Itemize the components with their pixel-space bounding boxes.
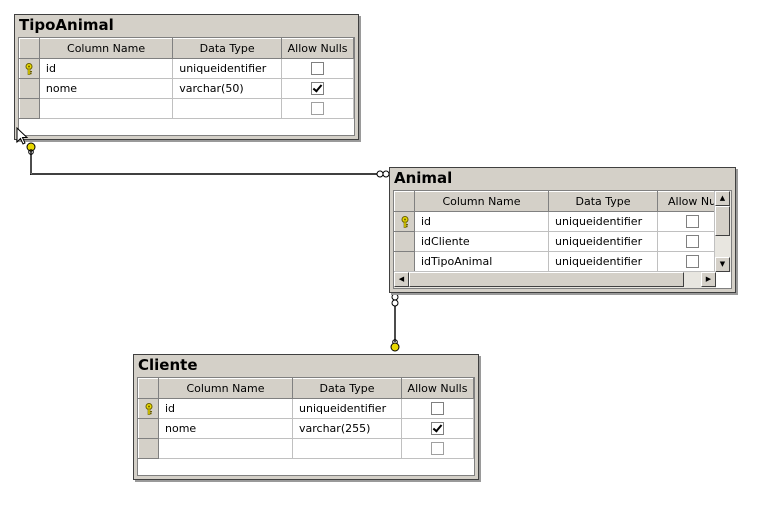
- row-selector[interactable]: [138, 398, 159, 419]
- arrow-left-icon[interactable]: ◀: [394, 272, 409, 287]
- allow-nulls-checkbox[interactable]: [686, 215, 700, 229]
- row-selector-header: [138, 378, 159, 399]
- allow-nulls-checkbox[interactable]: [686, 255, 700, 269]
- header-row: Column Name Data Type Allow Nulls: [138, 378, 474, 399]
- table-row[interactable]: id uniqueidentifier: [394, 211, 729, 232]
- table-title: Animal: [394, 169, 453, 187]
- key-icon: [145, 403, 152, 415]
- horizontal-scrollbar[interactable]: ◀ ▶: [394, 271, 716, 288]
- column-name-cell[interactable]: idCliente: [414, 231, 549, 252]
- allow-nulls-checkbox[interactable]: [686, 235, 700, 249]
- allow-nulls-checkbox[interactable]: [311, 62, 325, 76]
- table-animal[interactable]: Animal Column Name Data Type Allow Nulls…: [389, 167, 736, 293]
- table-row[interactable]: id uniqueidentifier: [19, 58, 354, 79]
- key-icon: [25, 63, 33, 75]
- table-title: Cliente: [138, 356, 198, 374]
- row-selector[interactable]: [138, 438, 159, 459]
- data-type-cell[interactable]: varchar(255): [292, 418, 402, 439]
- data-type-cell[interactable]: [292, 438, 402, 459]
- allow-nulls-checkbox[interactable]: [431, 422, 444, 436]
- table-row[interactable]: [138, 438, 474, 459]
- allow-nulls-header[interactable]: Allow Nulls: [281, 38, 354, 59]
- mouse-cursor-icon: [16, 127, 29, 145]
- data-type-cell[interactable]: uniqueidentifier: [292, 398, 402, 419]
- data-type-cell[interactable]: uniqueidentifier: [548, 211, 658, 232]
- columns-table: Column Name Data Type Allow Nulls id uni…: [394, 191, 729, 272]
- allow-nulls-checkbox[interactable]: [431, 402, 444, 416]
- table-row[interactable]: [19, 98, 354, 119]
- table-row[interactable]: nome varchar(255): [138, 418, 474, 439]
- data-type-header[interactable]: Data Type: [548, 191, 658, 212]
- table-cliente[interactable]: Cliente Column Name Data Type Allow Null…: [133, 354, 479, 480]
- columns-table: Column Name Data Type Allow Nulls id uni…: [19, 38, 354, 119]
- column-name-cell[interactable]: idTipoAnimal: [414, 251, 549, 272]
- column-name-cell[interactable]: id: [158, 398, 293, 419]
- key-icon: [401, 216, 408, 228]
- row-selector[interactable]: [394, 251, 415, 272]
- column-name-cell[interactable]: nome: [158, 418, 293, 439]
- allow-nulls-checkbox[interactable]: [431, 442, 444, 456]
- arrow-right-icon[interactable]: ▶: [701, 272, 716, 287]
- column-name-cell[interactable]: nome: [39, 78, 174, 99]
- infinity-end-icon: [391, 293, 399, 307]
- column-grid: Column Name Data Type Allow Nulls id uni…: [393, 190, 732, 289]
- header-row: Column Name Data Type Allow Nulls: [19, 38, 354, 59]
- relationship-tipoanimal-animal[interactable]: [26, 142, 390, 178]
- column-name-header[interactable]: Column Name: [414, 191, 549, 212]
- allow-nulls-checkbox[interactable]: [311, 82, 325, 96]
- column-grid: Column Name Data Type Allow Nulls id uni…: [137, 377, 475, 476]
- allow-nulls-header[interactable]: Allow Nulls: [401, 378, 474, 399]
- table-row[interactable]: nome varchar(50): [19, 78, 354, 99]
- infinity-end-icon: [376, 170, 390, 178]
- row-selector[interactable]: [394, 211, 415, 232]
- row-selector[interactable]: [394, 231, 415, 252]
- columns-table: Column Name Data Type Allow Nulls id uni…: [138, 378, 474, 459]
- arrow-up-icon[interactable]: ▲: [715, 191, 730, 206]
- table-row[interactable]: id uniqueidentifier: [138, 398, 474, 419]
- data-type-cell[interactable]: uniqueidentifier: [548, 231, 658, 252]
- header-row: Column Name Data Type Allow Nulls: [394, 191, 729, 212]
- data-type-cell[interactable]: varchar(50): [172, 78, 283, 99]
- column-name-cell[interactable]: [158, 438, 293, 459]
- column-name-header[interactable]: Column Name: [158, 378, 293, 399]
- data-type-header[interactable]: Data Type: [172, 38, 283, 59]
- column-grid: Column Name Data Type Allow Nulls id uni…: [18, 37, 355, 136]
- row-selector[interactable]: [19, 78, 40, 99]
- column-name-header[interactable]: Column Name: [38, 38, 174, 59]
- column-name-cell[interactable]: id: [414, 211, 549, 232]
- data-type-cell[interactable]: uniqueidentifier: [548, 251, 658, 272]
- column-name-cell[interactable]: id: [39, 58, 174, 79]
- allow-nulls-checkbox[interactable]: [311, 102, 325, 116]
- arrow-down-icon[interactable]: ▼: [715, 257, 730, 272]
- scrollbar-thumb[interactable]: [715, 206, 730, 236]
- row-selector[interactable]: [19, 58, 40, 79]
- table-tipoanimal[interactable]: TipoAnimal Column Name Data Type Allow N…: [14, 14, 359, 140]
- row-selector[interactable]: [19, 98, 40, 119]
- column-name-cell[interactable]: [39, 98, 174, 119]
- vertical-scrollbar[interactable]: ▲ ▼: [714, 191, 731, 272]
- data-type-cell[interactable]: [172, 98, 283, 119]
- relationship-cliente-animal[interactable]: [390, 293, 400, 352]
- row-selector[interactable]: [138, 418, 159, 439]
- table-title: TipoAnimal: [19, 16, 114, 34]
- row-selector-header: [394, 191, 415, 212]
- scrollbar-thumb[interactable]: [409, 272, 684, 287]
- data-type-cell[interactable]: uniqueidentifier: [172, 58, 283, 79]
- table-row[interactable]: idCliente uniqueidentifier: [394, 231, 729, 252]
- row-selector-header: [19, 38, 40, 59]
- data-type-header[interactable]: Data Type: [292, 378, 402, 399]
- table-row[interactable]: idTipoAnimal uniqueidentifier: [394, 251, 729, 272]
